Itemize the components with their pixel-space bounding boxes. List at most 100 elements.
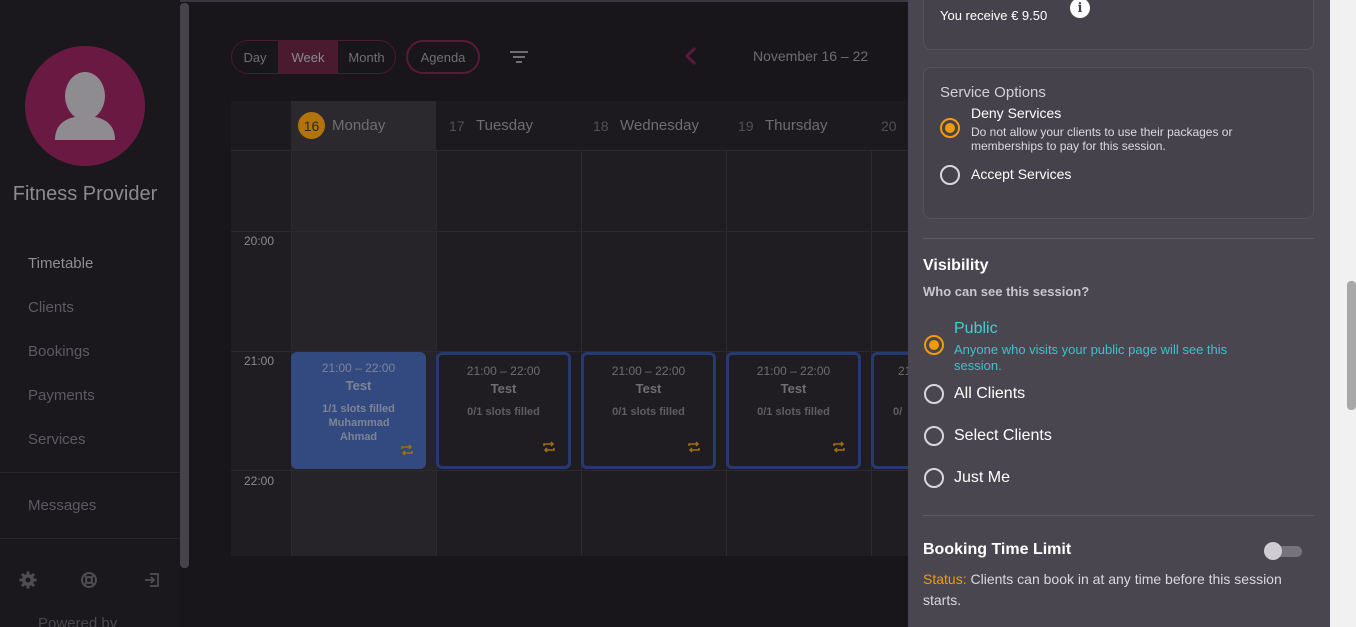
time-label: 21:00 <box>244 354 275 368</box>
repeat-icon <box>543 441 555 453</box>
nav-messages[interactable]: Messages <box>28 497 96 514</box>
visibility-select-clients-radio[interactable] <box>924 426 944 446</box>
session-event[interactable]: 21 0/ <box>871 352 908 469</box>
deny-services-label[interactable]: Deny Services <box>971 105 1061 121</box>
week-calendar: 16 Monday 17 Tuesday 18 Wednesday 19 Thu… <box>231 101 908 556</box>
session-settings-panel: You receive € 9.50 i Service Options Den… <box>908 0 1330 627</box>
day-name: Tuesday <box>476 117 533 134</box>
section-divider <box>923 238 1314 239</box>
session-event[interactable]: 21:00 – 22:00 Test 0/1 slots filled <box>581 352 716 469</box>
visibility-title: Visibility <box>923 257 989 274</box>
toggle-knob <box>1264 542 1282 560</box>
status-text: Clients can book in at any time before t… <box>923 571 1282 608</box>
grid-line <box>291 101 292 556</box>
visibility-all-clients-label[interactable]: All Clients <box>954 385 1025 403</box>
event-slots: 0/1 slots filled <box>467 406 540 418</box>
session-event[interactable]: 21:00 – 22:00 Test 1/1 slots filled Muha… <box>291 352 426 469</box>
visibility-public-label[interactable]: Public <box>954 320 998 338</box>
visibility-public-description: Anyone who visits your public page will … <box>954 342 1228 373</box>
avatar[interactable] <box>25 46 145 166</box>
accept-services-label[interactable]: Accept Services <box>971 166 1071 182</box>
header-spacer <box>231 101 292 150</box>
day-number: 20 <box>881 118 897 134</box>
today-badge: 16 <box>298 112 325 139</box>
sidebar-divider <box>0 472 180 473</box>
time-label: 20:00 <box>244 234 275 248</box>
event-slots: 0/ <box>893 406 903 418</box>
view-week-button[interactable]: Week <box>278 41 338 73</box>
day-number: 18 <box>593 118 609 134</box>
view-month-button[interactable]: Month <box>338 41 395 73</box>
view-switcher: Day Week Month <box>231 40 396 74</box>
grid-line <box>231 231 908 232</box>
day-number: 19 <box>738 118 754 134</box>
visibility-subtitle: Who can see this session? <box>923 284 1090 299</box>
visibility-all-clients-radio[interactable] <box>924 384 944 404</box>
event-time: 21:00 – 22:00 <box>756 364 831 378</box>
event-time: 21:00 – 22:00 <box>321 361 396 375</box>
scrollbar-thumb[interactable] <box>1347 281 1356 410</box>
visibility-just-me-radio[interactable] <box>924 468 944 488</box>
powered-by-text: Powered by <box>38 615 118 627</box>
nav-bookings[interactable]: Bookings <box>28 343 90 360</box>
event-time: 21 <box>898 364 908 378</box>
day-name: Wednesday <box>620 117 699 134</box>
nav-clients[interactable]: Clients <box>28 299 74 316</box>
repeat-icon <box>401 444 413 456</box>
view-day-button[interactable]: Day <box>232 41 278 73</box>
visibility-just-me-label[interactable]: Just Me <box>954 469 1010 487</box>
day-header-thursday[interactable]: 19 Thursday <box>726 101 871 150</box>
visibility-public-radio[interactable] <box>924 335 944 355</box>
booking-limit-toggle[interactable] <box>1264 542 1302 560</box>
day-header-monday[interactable]: 16 Monday <box>292 101 436 150</box>
sidebar-scrollbar[interactable] <box>180 3 189 568</box>
nav-payments[interactable]: Payments <box>28 387 95 404</box>
event-title: Test <box>635 381 662 396</box>
slots-filled: 1/1 slots filled <box>322 403 395 415</box>
page-scrollbar[interactable] <box>1330 0 1356 627</box>
session-event[interactable]: 21:00 – 22:00 Test 0/1 slots filled <box>436 352 571 469</box>
event-title: Test <box>345 378 372 393</box>
day-name: Thursday <box>765 117 828 134</box>
grid-line <box>231 150 908 151</box>
day-header-tuesday[interactable]: 17 Tuesday <box>436 101 581 150</box>
deny-services-description: Do not allow your clients to use their p… <box>971 125 1233 153</box>
chevron-left-icon[interactable] <box>682 44 700 68</box>
event-slots: 1/1 slots filled Muhammad Ahmad <box>291 402 426 444</box>
event-title: Test <box>780 381 807 396</box>
event-title: Test <box>490 381 517 396</box>
nav-timetable[interactable]: Timetable <box>28 255 93 272</box>
section-divider <box>923 515 1314 516</box>
service-options-title: Service Options <box>940 84 1046 101</box>
info-icon[interactable]: i <box>1070 0 1090 18</box>
session-event[interactable]: 21:00 – 22:00 Test 0/1 slots filled <box>726 352 861 469</box>
event-slots: 0/1 slots filled <box>612 406 685 418</box>
sidebar-divider <box>0 538 180 539</box>
nav-services[interactable]: Services <box>28 431 86 448</box>
user-silhouette-icon <box>55 72 115 140</box>
repeat-icon <box>833 441 845 453</box>
day-header-wednesday[interactable]: 18 Wednesday <box>581 101 726 150</box>
gear-icon[interactable] <box>19 571 37 589</box>
accept-services-radio[interactable] <box>940 165 960 185</box>
visibility-select-clients-label[interactable]: Select Clients <box>954 427 1052 445</box>
booking-limit-status: Status: Clients can book in at any time … <box>923 569 1303 611</box>
agenda-button[interactable]: Agenda <box>406 40 480 74</box>
filter-icon[interactable] <box>508 47 530 67</box>
payment-summary-card: You receive € 9.50 i <box>923 0 1314 50</box>
day-name: Monday <box>332 117 386 134</box>
app-root: Fitness Provider Timetable Clients Booki… <box>0 0 1356 627</box>
event-time: 21:00 – 22:00 <box>611 364 686 378</box>
logout-icon[interactable] <box>143 571 161 589</box>
service-options-card: Service Options Deny Services Do not all… <box>923 67 1314 219</box>
support-icon[interactable] <box>80 571 98 589</box>
day-header-friday[interactable]: 20 <box>871 101 908 150</box>
sidebar: Fitness Provider Timetable Clients Booki… <box>0 0 180 627</box>
event-time: 21:00 – 22:00 <box>466 364 541 378</box>
attendee-name: Muhammad Ahmad <box>328 417 390 443</box>
deny-services-radio[interactable] <box>940 118 960 138</box>
time-label: 22:00 <box>244 474 275 488</box>
repeat-icon <box>688 441 700 453</box>
event-slots: 0/1 slots filled <box>757 406 830 418</box>
status-key: Status: <box>923 571 967 587</box>
